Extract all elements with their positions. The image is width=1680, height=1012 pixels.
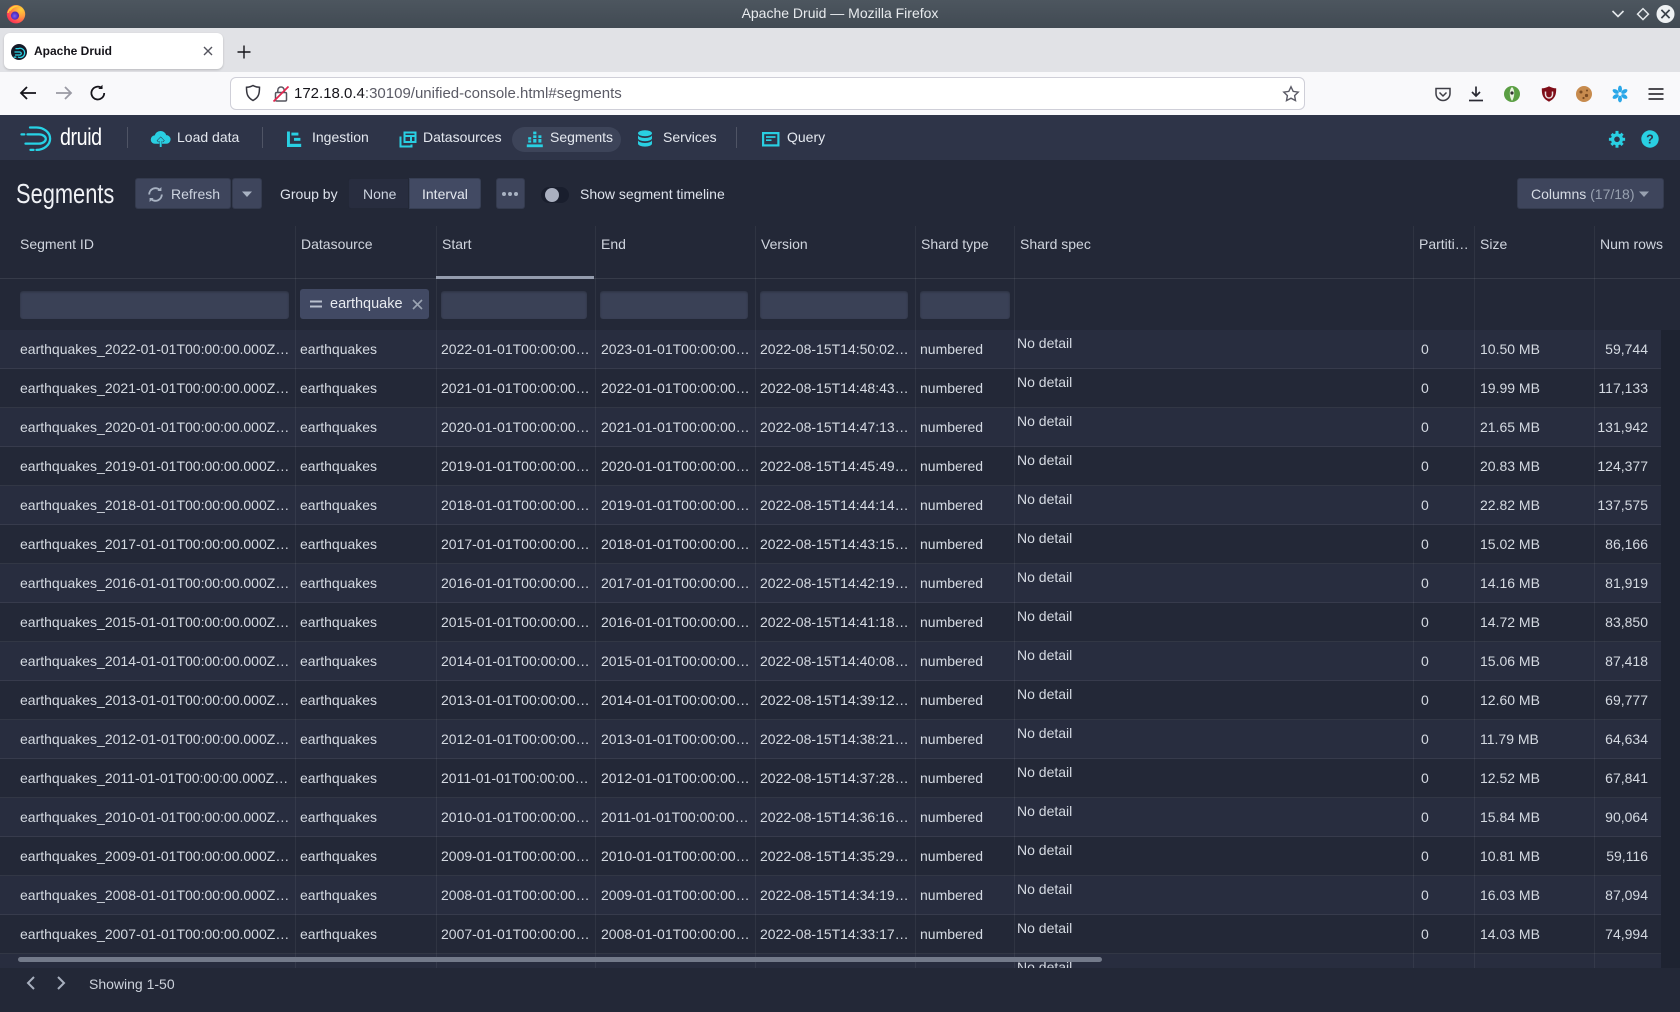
svg-text:?: ?: [1646, 132, 1654, 146]
